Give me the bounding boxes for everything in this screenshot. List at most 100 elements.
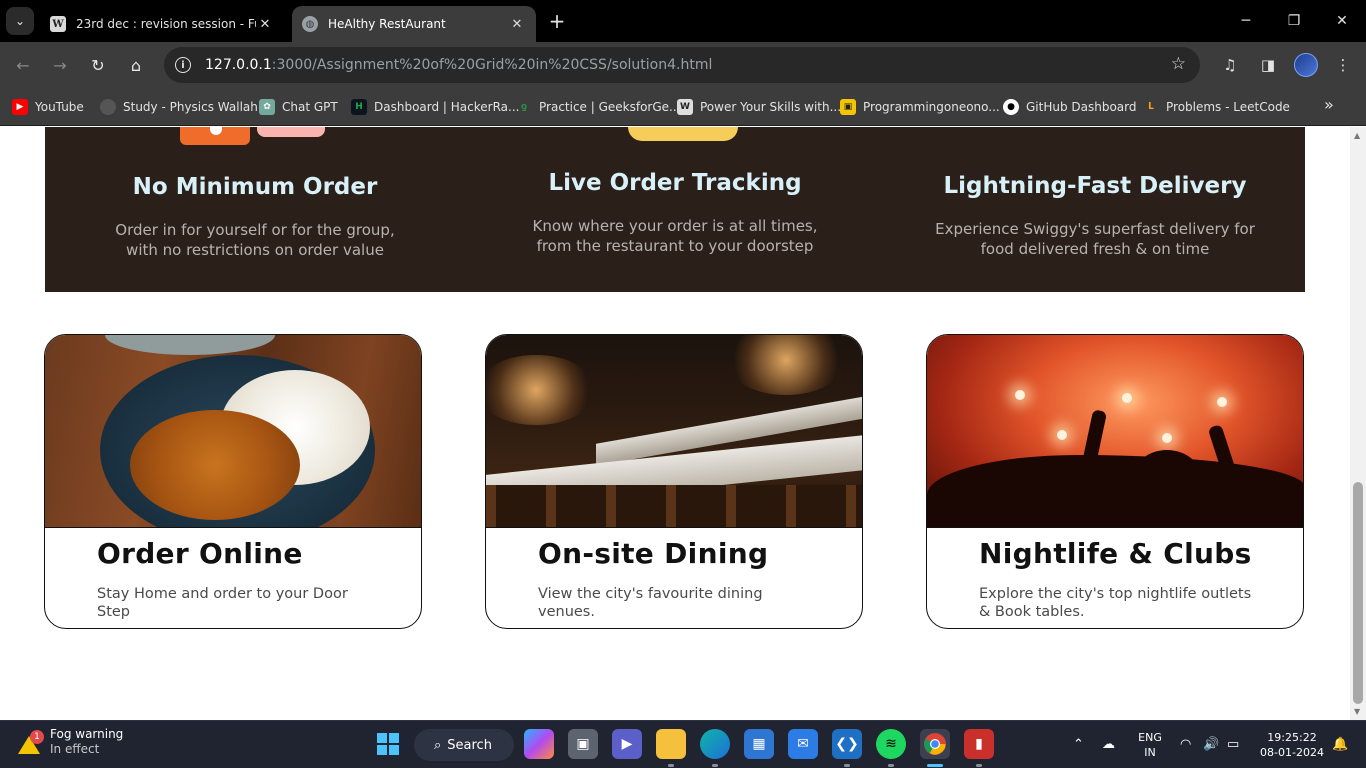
page-scrollbar[interactable]: ▲ ▼	[1350, 127, 1366, 720]
card-order-online[interactable]: Order Online Stay Home and order to your…	[44, 334, 422, 629]
mail-icon[interactable]: ✉	[788, 729, 818, 759]
show-hidden-icons-chevron-icon[interactable]: ⌃	[1073, 737, 1084, 752]
red-app-icon[interactable]: ▮	[964, 729, 994, 759]
physics-wallah-icon	[100, 99, 116, 115]
card-description: View the city's favourite dining venues.	[538, 586, 763, 620]
home-button[interactable]: ⌂	[124, 53, 148, 77]
bookmark-youtube[interactable]: ▶ YouTube	[12, 97, 84, 117]
feature-no-minimum-order: No Minimum Order Order in for yourself o…	[45, 174, 465, 260]
tab-healthy-restaurant[interactable]: ◍ HeAlthy RestAurant ✕	[292, 6, 536, 42]
running-indicator	[976, 764, 982, 767]
hackerrank-icon: H	[351, 99, 367, 115]
bookmark-label: Practice | GeeksforGe...	[539, 100, 681, 114]
chevron-down-icon: ⌄	[14, 14, 26, 28]
teams-meet-icon[interactable]: ▶	[612, 729, 642, 759]
tab-strip: ⌄ W 23rd dec : revision session - Full S…	[0, 0, 1366, 42]
bookmark-physics-wallah[interactable]: Study - Physics Wallah	[100, 97, 258, 117]
card-title: On-site Dining	[538, 537, 769, 570]
card-nightlife-clubs[interactable]: Nightlife & Clubs Explore the city's top…	[926, 334, 1304, 629]
chrome-icon[interactable]	[920, 729, 950, 759]
restore-button[interactable]: ❐	[1270, 0, 1318, 42]
bookmark-label: Problems - LeetCode	[1166, 100, 1290, 114]
new-tab-button[interactable]: +	[546, 10, 568, 32]
food-plate-image	[45, 335, 421, 528]
bookmark-label: Dashboard | HackerRa...	[374, 100, 520, 114]
file-explorer-icon[interactable]	[656, 729, 686, 759]
microsoft-store-icon[interactable]: ▦	[744, 729, 774, 759]
feature-description: Experience Swiggy's superfast delivery f…	[935, 220, 1255, 258]
edge-icon[interactable]	[700, 729, 730, 759]
media-control-icon[interactable]: ♫	[1218, 53, 1242, 77]
chatgpt-icon: ✿	[259, 99, 275, 115]
tab-revision-session[interactable]: W 23rd dec : revision session - Full St …	[40, 6, 284, 42]
reload-button[interactable]: ↻	[86, 53, 110, 77]
taskbar-search[interactable]: ⌕ Search	[414, 729, 514, 761]
close-tab-icon[interactable]: ✕	[508, 17, 526, 32]
search-icon: ⌕	[434, 737, 442, 753]
bookmark-label: Power Your Skills with...	[700, 100, 842, 114]
browser-toolbar: ← → ↻ ⌂ i 127.0.0.1:3000/Assignment%20of…	[0, 42, 1366, 88]
wordpress-icon: W	[677, 99, 693, 115]
card-description: Stay Home and order to your Door Step	[97, 586, 348, 620]
bookmark-star-icon[interactable]: ☆	[1171, 54, 1186, 74]
bookmark-geeksforgeeks[interactable]: ƍ Practice | GeeksforGe...	[516, 97, 681, 117]
bookmark-programmingoneonone[interactable]: ▣ Programmingoneono...	[840, 97, 1000, 117]
url-text[interactable]: 127.0.0.1:3000/Assignment%20of%20Grid%20…	[205, 57, 712, 73]
volume-icon[interactable]: 🔊	[1203, 737, 1219, 752]
minimize-button[interactable]: ─	[1222, 0, 1270, 42]
features-band: No Minimum Order Order in for yourself o…	[45, 127, 1305, 292]
vscode-icon[interactable]: ❮❯	[832, 729, 862, 759]
close-window-button[interactable]: ✕	[1318, 0, 1366, 42]
language-indicator[interactable]: ENG IN	[1136, 730, 1164, 760]
feature-description: Know where your order is at all times, f…	[532, 217, 818, 255]
bookmark-power-skills[interactable]: W Power Your Skills with...	[677, 97, 841, 117]
address-bar[interactable]: i 127.0.0.1:3000/Assignment%20of%20Grid%…	[164, 47, 1200, 83]
restaurant-interior-image	[486, 335, 862, 528]
forward-button[interactable]: →	[48, 53, 72, 77]
weather-subtitle: In effect	[50, 742, 100, 756]
bookmark-hackerrank[interactable]: H Dashboard | HackerRa...	[351, 97, 519, 117]
site-info-icon[interactable]: i	[175, 57, 191, 73]
more-bookmarks-chevron-icon[interactable]: »	[1324, 95, 1334, 114]
running-indicator	[712, 764, 718, 767]
geeksforgeeks-icon: ƍ	[520, 102, 528, 112]
bookmark-label: Study - Physics Wallah	[123, 100, 258, 114]
scrollbar-thumb[interactable]	[1353, 482, 1363, 704]
weather-widget[interactable]: 1 Fog warning In effect	[16, 727, 123, 757]
bookmark-leetcode[interactable]: ᒪ Problems - LeetCode	[1143, 97, 1290, 117]
task-view-icon[interactable]: ▣	[568, 729, 598, 759]
menu-kebab-icon[interactable]: ⋮	[1331, 53, 1355, 77]
windows-taskbar: 1 Fog warning In effect ⌕ Search ▣ ▶ ▦ ✉…	[0, 720, 1366, 768]
bookmark-label: YouTube	[35, 100, 84, 114]
profile-avatar[interactable]	[1294, 53, 1318, 77]
copilot-icon[interactable]	[524, 729, 554, 759]
onedrive-cloud-icon[interactable]: ☁	[1102, 737, 1115, 752]
side-panel-icon[interactable]: ◨	[1256, 53, 1280, 77]
feature-lightning-fast-delivery: Lightning-Fast Delivery Experience Swigg…	[885, 173, 1305, 259]
tab-title: 23rd dec : revision session - Full St	[76, 17, 256, 31]
start-button[interactable]	[373, 729, 403, 759]
warning-icon: 1	[16, 730, 44, 754]
card-title: Order Online	[97, 537, 303, 570]
notification-bell-icon[interactable]: 🔔	[1332, 737, 1348, 752]
scroll-up-arrow-icon[interactable]: ▲	[1354, 131, 1360, 140]
bookmark-chat-gpt[interactable]: ✿ Chat GPT	[259, 97, 338, 117]
running-indicator	[888, 764, 894, 767]
battery-icon[interactable]: ▭	[1227, 737, 1239, 752]
leetcode-icon: ᒪ	[1148, 102, 1154, 112]
clock[interactable]: 19:25:22 08-01-2024	[1254, 730, 1330, 760]
running-indicator	[844, 764, 850, 767]
bookmark-github[interactable]: ● GitHub Dashboard	[1003, 97, 1137, 117]
tracking-box-illustration	[628, 127, 738, 141]
youtube-icon: ▶	[12, 99, 28, 115]
close-tab-icon[interactable]: ✕	[256, 17, 274, 32]
card-onsite-dining[interactable]: On-site Dining View the city's favourite…	[485, 334, 863, 629]
wifi-icon[interactable]: ◠	[1180, 737, 1191, 752]
back-button[interactable]: ←	[11, 53, 35, 77]
scroll-down-arrow-icon[interactable]: ▼	[1354, 707, 1360, 716]
bookmark-label: GitHub Dashboard	[1026, 100, 1137, 114]
bookmark-label: Chat GPT	[282, 100, 338, 114]
notification-badge: 1	[30, 730, 44, 744]
spotify-icon[interactable]: ≋	[876, 729, 906, 759]
tab-search-button[interactable]: ⌄	[6, 7, 34, 35]
